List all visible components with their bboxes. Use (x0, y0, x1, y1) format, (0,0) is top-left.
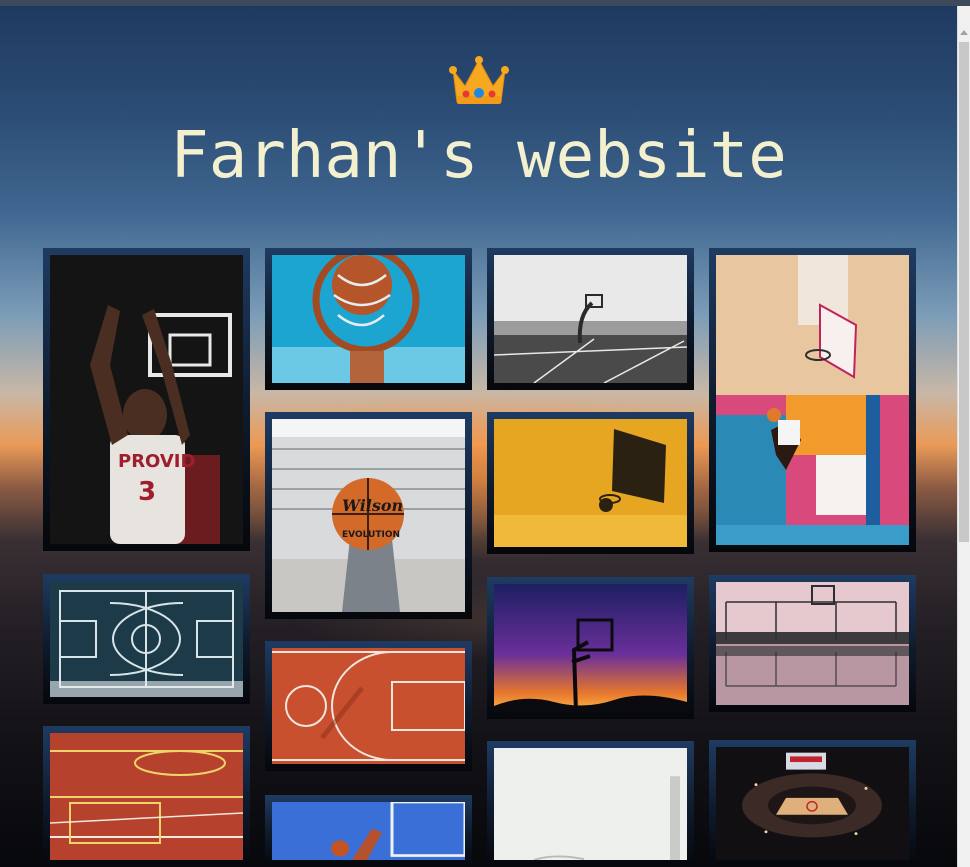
gallery-photo[interactable]: PROVID 3 (43, 248, 250, 551)
scroll-up-arrow-icon[interactable] (960, 30, 968, 35)
gallery-photo[interactable] (43, 574, 250, 704)
photo-hoop-purple-sunset (494, 584, 687, 712)
gallery-photo[interactable] (709, 248, 916, 552)
gallery-photo[interactable] (265, 795, 472, 867)
photo-court-aerial-dark (50, 581, 243, 697)
photo-hoop-golden-sky (494, 419, 687, 547)
gallery-photo[interactable] (487, 412, 694, 554)
gallery-photo[interactable] (487, 248, 694, 390)
photo-player-shooting: PROVID 3 (50, 255, 243, 544)
page-title: Farhan's website (170, 119, 787, 193)
photo-player-blue-sky (272, 802, 465, 860)
site-header: Farhan's website (0, 56, 957, 188)
browser-window: Farhan's website PROVID 3 Wilson EVOLUTI… (0, 0, 970, 867)
ball-model: EVOLUTION (342, 530, 400, 540)
gallery-photo[interactable] (265, 248, 472, 390)
photo-pale-sky-hoop (494, 748, 687, 860)
photo-orange-court (272, 648, 465, 764)
gallery-photo[interactable]: Wilson EVOLUTION (265, 412, 472, 619)
gallery-photo[interactable] (487, 577, 694, 719)
vertical-scrollbar[interactable] (957, 6, 970, 867)
gallery-photo[interactable] (487, 741, 694, 867)
jersey-text: PROVID (118, 451, 195, 472)
gallery-photo[interactable] (43, 726, 250, 867)
photo-arena-aerial (716, 747, 909, 860)
photo-wilson-ball: Wilson EVOLUTION (272, 419, 465, 612)
photo-red-court (50, 733, 243, 860)
gallery-photo[interactable] (265, 641, 472, 771)
jersey-number: 3 (138, 477, 156, 507)
scroll-thumb[interactable] (959, 42, 969, 542)
photo-hoop-from-below (272, 255, 465, 383)
photo-seaside-court (494, 255, 687, 383)
gallery-photo[interactable] (709, 575, 916, 712)
photo-hoop-reflection (716, 582, 909, 705)
ball-brand: Wilson (342, 496, 403, 515)
gallery-photo[interactable] (709, 740, 916, 867)
photo-player-dunking (716, 255, 909, 545)
crown-icon (448, 56, 509, 108)
